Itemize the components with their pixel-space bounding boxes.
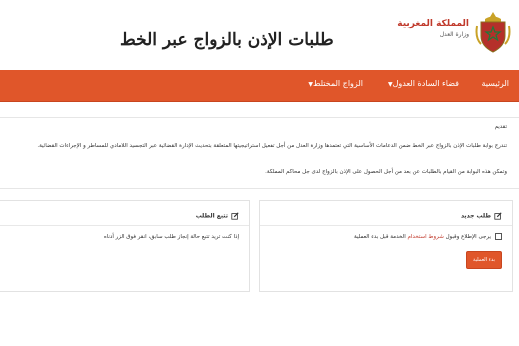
panel-title: طلب جديد	[460, 212, 491, 220]
ministry-name: وزارة العدل	[439, 31, 469, 38]
intro-section: تقديم تندرج بوابة طلبات الإذن بالزواج عب…	[0, 117, 519, 189]
nav-item-label: فضاء السادة العدول	[392, 79, 459, 88]
terms-suffix: الخدمة قبل بدء العملية	[354, 233, 406, 240]
kingdom-name: المملكة المغربية	[397, 19, 469, 29]
terms-link[interactable]: شروط استخدام	[408, 234, 444, 240]
terms-checkbox[interactable]	[495, 233, 502, 240]
nav-item-adouls[interactable]: فضاء السادة العدول▼	[385, 79, 459, 88]
new-request-panel: طلب جديد يرجى الإطلاع وقبول شروط استخدام…	[259, 200, 513, 292]
track-request-panel: تتبع الطلب إذا كنت تريد تتبع حالة إنجاز …	[0, 200, 250, 292]
edit-icon	[231, 212, 239, 220]
divider	[0, 225, 249, 226]
panel-title: تتبع الطلب	[195, 212, 228, 220]
intro-heading: تقديم	[494, 124, 507, 130]
ministry-block: المملكة المغربية وزارة العدل	[397, 18, 469, 40]
nav-item-label: الرئيسية	[481, 79, 509, 88]
intro-paragraph: وتمكن هذه البوابة من القيام بالطلبات عن …	[265, 169, 507, 175]
main-nav: الرئيسية فضاء السادة العدول▼ الزواج المخ…	[0, 70, 519, 102]
start-button[interactable]: بدء العملية	[466, 251, 502, 269]
nav-item-label: الزواج المختلط	[313, 79, 363, 88]
intro-paragraph: تندرج بوابة طلبات الإذن بالزواج عبر الخط…	[37, 143, 507, 149]
panel-heading: تتبع الطلب	[196, 212, 239, 220]
divider	[260, 225, 512, 226]
terms-prefix: يرجى الإطلاع وقبول	[445, 233, 491, 240]
track-description: إذا كنت تريد تتبع حالة إنجاز طلب سابق، ا…	[103, 234, 239, 240]
panel-heading: طلب جديد	[461, 212, 502, 220]
edit-icon	[494, 212, 502, 220]
page-title: طلبات الإذن بالزواج عبر الخط	[120, 30, 334, 50]
royal-emblem-icon[interactable]	[475, 10, 511, 54]
nav-item-mixed-marriage[interactable]: الزواج المختلط▼	[305, 79, 363, 88]
terms-row: يرجى الإطلاع وقبول شروط استخدام الخدمة ق…	[354, 233, 502, 240]
site-header: المملكة المغربية وزارة العدل طلبات الإذن…	[0, 0, 519, 68]
nav-item-home[interactable]: الرئيسية	[481, 79, 509, 88]
